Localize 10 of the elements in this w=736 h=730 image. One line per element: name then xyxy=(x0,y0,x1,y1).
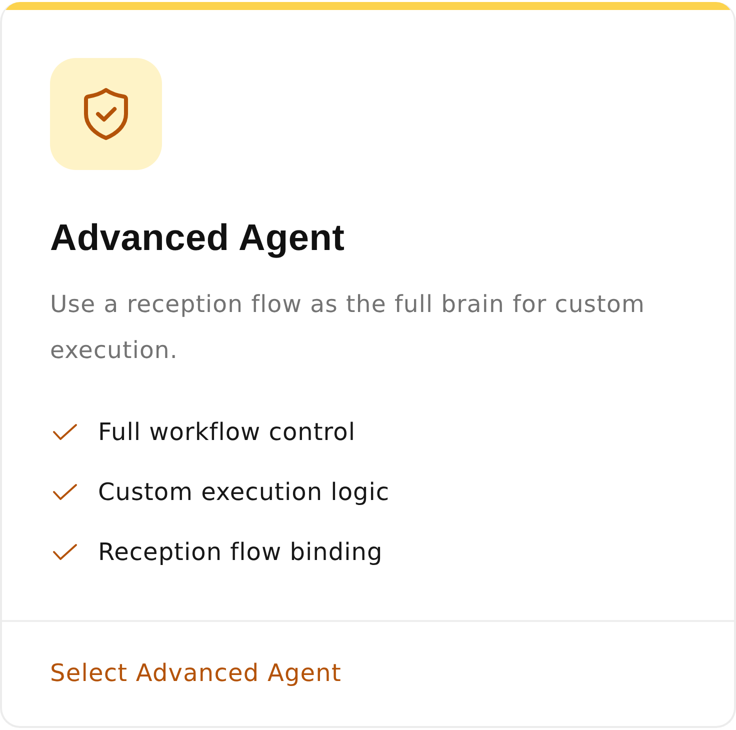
card-description: Use a reception flow as the full brain for custom execution. xyxy=(50,289,646,366)
shield-check-icon xyxy=(50,58,162,170)
card-title: Advanced Agent xyxy=(50,216,346,259)
feature-label: Custom execution logic xyxy=(98,477,390,508)
feature-label: Reception flow binding xyxy=(98,537,383,568)
feature-label: Full workflow control xyxy=(98,417,356,448)
select-link[interactable]: Select Advanced Agent xyxy=(50,658,342,688)
check-icon xyxy=(53,484,77,500)
check-icon xyxy=(53,424,77,440)
check-icon xyxy=(53,544,77,560)
